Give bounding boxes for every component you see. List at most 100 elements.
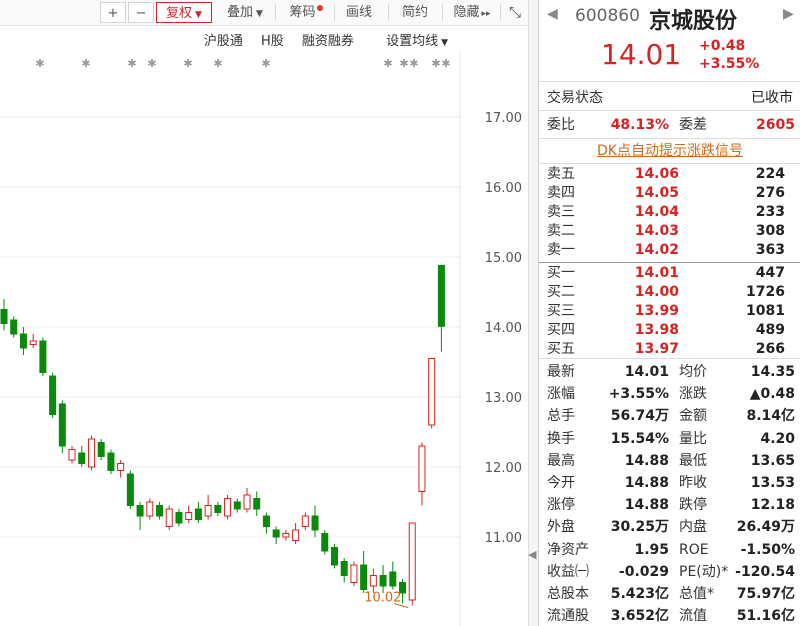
candle[interactable] <box>126 470 134 510</box>
dk-signal-link[interactable]: DK点自动提示涨跌信号 <box>539 140 800 162</box>
stat-value: 3.652亿 <box>610 608 669 625</box>
stat-value: 4.20 <box>760 430 795 447</box>
hgu-link[interactable]: H股 <box>261 34 284 49</box>
zoom-in-button[interactable]: + <box>100 2 126 23</box>
event-marker-icon[interactable]: ✱ <box>81 57 90 70</box>
chouma-button[interactable]: 筹码 <box>280 2 332 23</box>
event-marker-icon[interactable]: ✱ <box>147 57 156 70</box>
bid-row[interactable]: 买三 13.99 1081 <box>539 302 800 321</box>
candle[interactable] <box>78 446 86 467</box>
candle[interactable] <box>330 544 338 569</box>
candle[interactable] <box>360 551 368 593</box>
candle-body <box>253 498 261 510</box>
candlestick-chart[interactable]: ✱ ✱ ✱ ✱ ✱ ✱ ✱ ✱ ✱ ✱ ✱ ✱ 17.0016.0015.0014.0013.0012… <box>0 52 528 626</box>
candle[interactable] <box>10 316 18 338</box>
candle[interactable] <box>68 446 76 464</box>
collapse-arrow-icon[interactable]: ◀ <box>528 540 538 570</box>
event-marker-icon[interactable]: ✱ <box>35 57 44 70</box>
candle[interactable] <box>136 502 144 530</box>
candle-body <box>87 438 95 468</box>
next-stock-icon[interactable]: ▶ <box>783 6 794 22</box>
candle[interactable] <box>340 558 348 583</box>
candle[interactable] <box>301 512 309 531</box>
candle[interactable] <box>29 334 37 348</box>
candle[interactable] <box>389 561 397 590</box>
candle[interactable] <box>156 502 164 520</box>
candle[interactable] <box>214 502 222 516</box>
candle[interactable] <box>175 509 183 527</box>
ask-row[interactable]: 卖三 14.04 233 <box>539 203 800 222</box>
stat-row: 净资产 1.95 ROE -1.50% <box>539 538 800 562</box>
event-marker-icon[interactable]: ✱ <box>409 57 418 70</box>
bid-row[interactable]: 买一 14.01 447 <box>539 264 800 283</box>
candle[interactable] <box>311 505 319 538</box>
candle[interactable] <box>58 400 66 454</box>
prev-stock-icon[interactable]: ◀ <box>547 6 558 22</box>
candle[interactable] <box>379 565 387 593</box>
fuquan-dropdown[interactable]: 复权 ▼ <box>156 2 212 23</box>
bid-row[interactable]: 买二 14.00 1726 <box>539 283 800 302</box>
candle[interactable] <box>194 502 202 523</box>
event-marker-icon[interactable]: ✱ <box>441 57 450 70</box>
event-marker-icon[interactable]: ✱ <box>183 57 192 70</box>
ask-row[interactable]: 卖一 14.02 363 <box>539 241 800 260</box>
ask-label: 卖三 <box>547 204 575 220</box>
candle[interactable] <box>428 358 436 429</box>
ma-settings-dropdown[interactable]: 设置均线 ▼ <box>372 34 448 49</box>
candle[interactable] <box>97 439 105 460</box>
ask-label: 卖四 <box>547 185 575 201</box>
candle[interactable] <box>282 530 290 541</box>
bid-row[interactable]: 买五 13.97 266 <box>539 340 800 359</box>
event-marker-icon[interactable]: ✱ <box>261 57 270 70</box>
rongzi-link[interactable]: 融资融券 <box>302 34 354 49</box>
candle[interactable] <box>321 530 329 555</box>
candle[interactable] <box>146 498 154 520</box>
ask-row[interactable]: 卖五 14.06 224 <box>539 165 800 184</box>
huaxian-button[interactable]: 画线 <box>338 2 380 23</box>
candle[interactable] <box>87 435 95 471</box>
candle[interactable] <box>49 372 57 419</box>
bid-row[interactable]: 买四 13.98 489 <box>539 321 800 340</box>
divider <box>539 163 800 164</box>
candle[interactable] <box>165 505 173 531</box>
candle[interactable] <box>107 449 115 475</box>
candle[interactable] <box>272 526 280 545</box>
diejia-dropdown[interactable]: 叠加 ▼ <box>218 2 272 23</box>
candle-body <box>97 442 105 457</box>
panel-splitter[interactable] <box>528 0 538 626</box>
yincang-button[interactable]: 隐藏 ▸▸ <box>446 2 498 23</box>
event-marker-icon[interactable]: ✱ <box>127 57 136 70</box>
candle[interactable] <box>350 561 358 587</box>
candle[interactable] <box>0 299 8 331</box>
candle[interactable] <box>369 568 377 594</box>
stat-row: 收益㈠ -0.029 PE(动)* -120.54 <box>539 560 800 584</box>
fullscreen-icon[interactable]: ⤡ <box>504 2 526 23</box>
event-marker-icon[interactable]: ✱ <box>399 57 408 70</box>
stat-label: 涨幅 <box>547 386 575 403</box>
jianyue-button[interactable]: 简约 <box>394 2 436 23</box>
zoom-out-button[interactable]: − <box>128 2 154 23</box>
candle[interactable] <box>233 498 241 513</box>
event-marker-icon[interactable]: ✱ <box>213 57 222 70</box>
candle[interactable] <box>224 495 232 520</box>
candle[interactable] <box>418 442 426 506</box>
candle[interactable] <box>19 327 27 355</box>
candle[interactable] <box>262 512 270 534</box>
ask-label: 卖二 <box>547 223 575 239</box>
candle[interactable] <box>243 488 251 513</box>
candle[interactable] <box>117 460 125 478</box>
candle[interactable] <box>292 523 300 544</box>
candle[interactable] <box>437 264 445 352</box>
ask-row[interactable]: 卖二 14.03 308 <box>539 222 800 241</box>
candle[interactable] <box>39 337 47 377</box>
event-marker-icon[interactable]: ✱ <box>383 57 392 70</box>
candle[interactable] <box>204 495 212 520</box>
event-marker-icon[interactable]: ✱ <box>431 57 440 70</box>
candle[interactable] <box>185 505 193 524</box>
ask-row[interactable]: 卖四 14.05 276 <box>539 184 800 203</box>
candle-body <box>146 501 154 517</box>
hugutong-link[interactable]: 沪股通 <box>204 34 243 49</box>
candle[interactable] <box>408 522 416 606</box>
candle[interactable] <box>253 491 261 517</box>
chevron-down-icon: ▼ <box>195 10 202 20</box>
